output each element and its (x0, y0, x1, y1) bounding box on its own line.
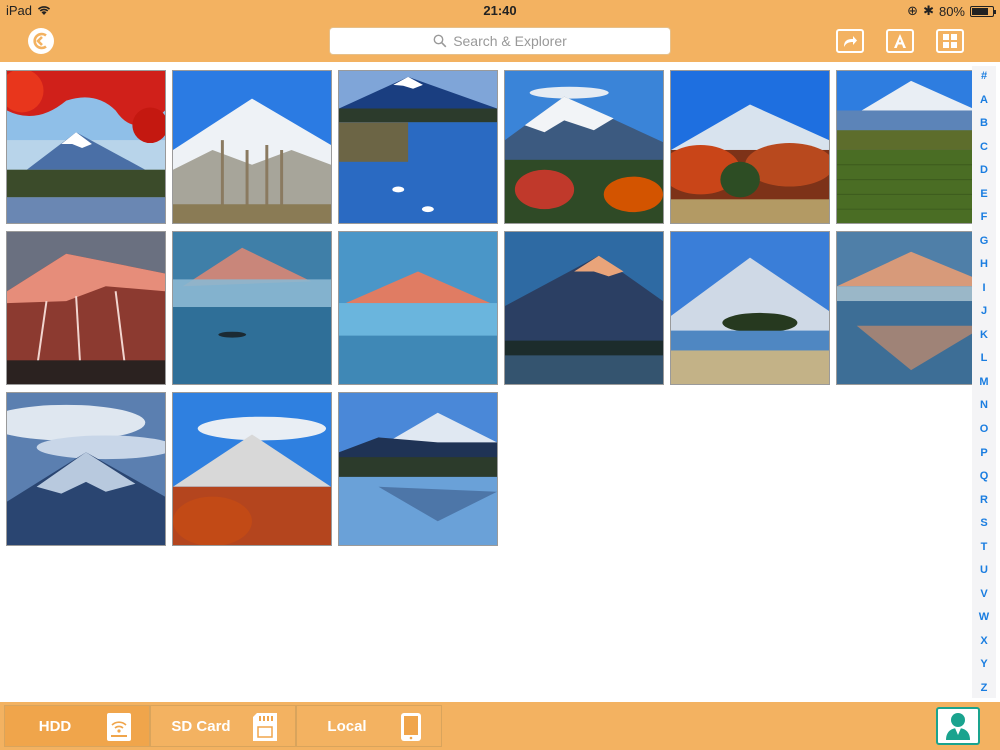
photo-thumbnail[interactable] (6, 392, 166, 546)
index-letter[interactable]: L (981, 352, 988, 364)
tab-label: HDD (38, 717, 72, 735)
battery-percent: 80% (938, 3, 965, 19)
index-letter[interactable]: U (980, 564, 988, 576)
alphabet-index[interactable]: # A B C D E F G H I J K L M N O P Q R S T U V W X Y Z (972, 66, 996, 698)
index-letter[interactable]: E (980, 188, 987, 200)
status-bar: iPad 21:40 ⊕ ✱ 80% (0, 0, 1000, 20)
photo-thumbnail[interactable] (172, 70, 332, 224)
back-icon[interactable] (28, 28, 54, 54)
index-letter[interactable]: B (980, 117, 988, 129)
index-letter[interactable]: O (980, 423, 989, 435)
phone-icon (401, 713, 421, 741)
battery-fill (972, 7, 988, 15)
font-icon[interactable] (886, 29, 914, 53)
battery-icon (970, 5, 996, 17)
tab-local[interactable]: Local (296, 705, 442, 747)
search-input[interactable]: Search & Explorer (329, 27, 671, 55)
status-right: ⊕ ✱ 80% (907, 3, 996, 19)
photo-thumbnail[interactable] (670, 231, 830, 385)
index-letter[interactable]: R (980, 494, 988, 506)
index-letter[interactable]: P (980, 447, 987, 459)
rotation-lock-icon: ⊕ (907, 3, 919, 18)
index-letter[interactable]: X (980, 635, 987, 647)
wifi-drive-icon (107, 713, 131, 741)
index-letter[interactable]: H (980, 258, 988, 270)
tab-hdd[interactable]: HDD (4, 705, 150, 747)
nav-bar: Search & Explorer (0, 20, 1000, 62)
photo-thumbnail[interactable] (172, 231, 332, 385)
tab-label: SD Card (171, 717, 231, 735)
search-placeholder: Search & Explorer (453, 33, 567, 49)
index-letter[interactable]: W (979, 611, 989, 623)
photo-thumbnail[interactable] (338, 70, 498, 224)
photo-thumbnail[interactable] (338, 231, 498, 385)
index-letter[interactable]: D (980, 164, 988, 176)
index-letter[interactable]: T (981, 541, 988, 553)
photo-thumbnail[interactable] (6, 70, 166, 224)
index-letter[interactable]: N (980, 399, 988, 411)
sd-card-icon (253, 713, 277, 741)
index-letter[interactable]: K (980, 329, 988, 341)
index-letter[interactable]: V (980, 588, 987, 600)
index-letter[interactable]: Y (980, 658, 987, 670)
index-letter[interactable]: I (982, 282, 985, 294)
photo-thumbnail[interactable] (670, 70, 830, 224)
index-letter[interactable]: C (980, 141, 988, 153)
bluetooth-icon: ✱ (923, 3, 934, 18)
index-letter[interactable]: J (981, 305, 987, 317)
photo-thumbnail[interactable] (504, 70, 664, 224)
index-letter[interactable]: G (980, 235, 989, 247)
index-letter[interactable]: # (981, 70, 987, 82)
user-icon (946, 713, 970, 740)
grid-view-icon[interactable] (936, 29, 964, 53)
photo-thumbnail[interactable] (172, 392, 332, 546)
search-icon (433, 34, 447, 48)
clock: 21:40 (483, 3, 517, 18)
photo-thumbnail[interactable] (6, 231, 166, 385)
index-letter[interactable]: F (981, 211, 988, 223)
tab-label: Local (327, 717, 367, 735)
index-letter[interactable]: S (980, 517, 987, 529)
share-icon[interactable] (836, 29, 864, 53)
photo-thumbnail[interactable] (338, 392, 498, 546)
index-letter[interactable]: A (980, 94, 988, 106)
index-letter[interactable]: Q (980, 470, 989, 482)
index-letter[interactable]: Z (981, 682, 988, 694)
photo-thumbnail[interactable] (504, 231, 664, 385)
tab-sd-card[interactable]: SD Card (150, 705, 296, 747)
account-button[interactable] (936, 707, 980, 745)
bottom-bar: HDD SD Card Local (0, 702, 1000, 750)
index-letter[interactable]: M (979, 376, 988, 388)
